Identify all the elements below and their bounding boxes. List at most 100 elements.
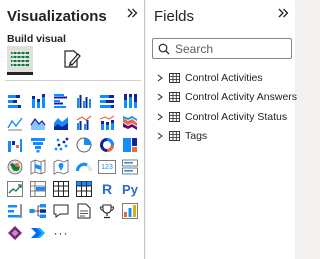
chevron-right-icon[interactable] xyxy=(156,132,166,140)
table-button[interactable] xyxy=(50,178,72,200)
qa-button[interactable] xyxy=(50,200,72,222)
area-chart-button[interactable] xyxy=(27,112,49,134)
format-paintbrush-icon xyxy=(64,50,81,68)
field-table-tags[interactable]: Tags xyxy=(156,127,297,147)
r-visual-icon: R xyxy=(101,181,113,197)
viz-row: R Py xyxy=(4,178,142,200)
trophy-icon xyxy=(99,204,115,219)
visualizations-title: Visualizations xyxy=(7,8,107,25)
scatter-button[interactable] xyxy=(50,134,72,156)
goals-button[interactable] xyxy=(119,200,141,222)
decomposition-tree-button[interactable] xyxy=(27,200,49,222)
chevron-right-icon[interactable] xyxy=(156,93,166,101)
stacked-column-button[interactable] xyxy=(27,90,49,112)
waterfall-icon xyxy=(8,139,22,152)
100-stacked-bar-icon xyxy=(100,95,114,108)
multi-row-card-icon xyxy=(122,159,138,175)
100-stacked-column-icon xyxy=(124,94,137,108)
card-glyph: 123 xyxy=(101,163,113,171)
100-stacked-bar-button[interactable] xyxy=(96,90,118,112)
visualizations-pane: Visualizations Build visual 123 R Py ··· xyxy=(0,0,145,259)
waterfall-button[interactable] xyxy=(4,134,26,156)
funnel-button[interactable] xyxy=(27,134,49,156)
gauge-button[interactable] xyxy=(73,156,95,178)
pie-chart-button[interactable] xyxy=(73,134,95,156)
collapse-visualizations-button[interactable] xyxy=(125,6,141,22)
field-table-label: Control Activities xyxy=(185,71,263,84)
key-influencers-icon xyxy=(8,204,22,218)
line-chart-button[interactable] xyxy=(4,112,26,134)
area-chart-icon xyxy=(30,117,46,130)
matrix-icon xyxy=(76,181,92,197)
table-icon xyxy=(169,111,180,122)
paginated-report-button[interactable] xyxy=(96,200,118,222)
visualizations-divider xyxy=(5,80,141,81)
r-visual-button[interactable]: R xyxy=(96,178,118,200)
multi-row-card-button[interactable] xyxy=(119,156,141,178)
clustered-column-button[interactable] xyxy=(73,90,95,112)
collapse-fields-button[interactable] xyxy=(276,6,292,22)
stacked-area-icon xyxy=(54,117,68,130)
goals-icon xyxy=(122,203,138,219)
scatter-icon xyxy=(54,137,69,151)
stacked-bar-button[interactable] xyxy=(4,90,26,112)
donut-chart-icon xyxy=(100,138,114,152)
key-influencers-button[interactable] xyxy=(4,200,26,222)
line-stacked-column-icon xyxy=(99,115,115,130)
python-visual-button[interactable]: Py xyxy=(119,178,141,200)
ribbon-chart-button[interactable] xyxy=(119,112,141,134)
fields-search-box[interactable] xyxy=(152,38,292,59)
qa-icon xyxy=(53,204,69,218)
power-automate-button[interactable] xyxy=(27,222,49,244)
decomposition-tree-icon xyxy=(29,204,46,218)
visual-type-gallery: 123 R Py ··· xyxy=(4,90,142,244)
power-apps-icon xyxy=(8,226,22,240)
table-icon xyxy=(53,181,69,197)
field-table-control-activity-answers[interactable]: Control Activity Answers xyxy=(156,88,297,108)
search-icon xyxy=(158,43,170,54)
stacked-area-button[interactable] xyxy=(50,112,72,134)
map-button[interactable] xyxy=(4,156,26,178)
build-visual-tab[interactable] xyxy=(7,46,33,75)
viz-row: 123 xyxy=(4,156,142,178)
field-table-label: Control Activity Status xyxy=(185,110,288,123)
smart-narrative-button[interactable] xyxy=(73,200,95,222)
chevron-right-icon[interactable] xyxy=(156,74,166,82)
viz-row xyxy=(4,112,142,134)
viz-row xyxy=(4,90,142,112)
table-icon xyxy=(169,131,180,142)
double-chevron-right-icon xyxy=(278,8,289,18)
more-visuals-button[interactable]: ··· xyxy=(50,222,72,244)
100-stacked-column-button[interactable] xyxy=(119,90,141,112)
chevron-right-icon[interactable] xyxy=(156,113,166,121)
field-table-control-activities[interactable]: Control Activities xyxy=(156,68,297,88)
stacked-bar-icon xyxy=(8,95,21,108)
field-table-control-activity-status[interactable]: Control Activity Status xyxy=(156,107,297,127)
build-visual-icon xyxy=(11,51,29,67)
treemap-icon xyxy=(123,138,137,152)
line-clustered-column-button[interactable] xyxy=(73,112,95,134)
azure-map-button[interactable] xyxy=(50,156,72,178)
clustered-bar-button[interactable] xyxy=(50,90,72,112)
field-table-label: Control Activity Answers xyxy=(185,91,298,104)
matrix-button[interactable] xyxy=(73,178,95,200)
viz-row xyxy=(4,134,142,156)
viz-row xyxy=(4,200,142,222)
table-icon xyxy=(169,72,180,83)
card-button[interactable]: 123 xyxy=(96,156,118,178)
power-automate-icon xyxy=(31,228,45,238)
pie-chart-icon xyxy=(76,137,92,153)
slicer-button[interactable] xyxy=(27,178,49,200)
line-stacked-column-button[interactable] xyxy=(96,112,118,134)
line-chart-icon xyxy=(7,117,23,131)
filled-map-button[interactable] xyxy=(27,156,49,178)
kpi-button[interactable] xyxy=(4,178,26,200)
gauge-icon xyxy=(76,162,92,172)
power-apps-button[interactable] xyxy=(4,222,26,244)
treemap-button[interactable] xyxy=(119,134,141,156)
donut-chart-button[interactable] xyxy=(96,134,118,156)
search-input[interactable] xyxy=(175,41,275,56)
format-visual-tab[interactable] xyxy=(59,46,85,72)
more-visuals-icon: ··· xyxy=(53,226,69,240)
field-table-list: Control Activities Control Activity Answ… xyxy=(156,68,297,146)
